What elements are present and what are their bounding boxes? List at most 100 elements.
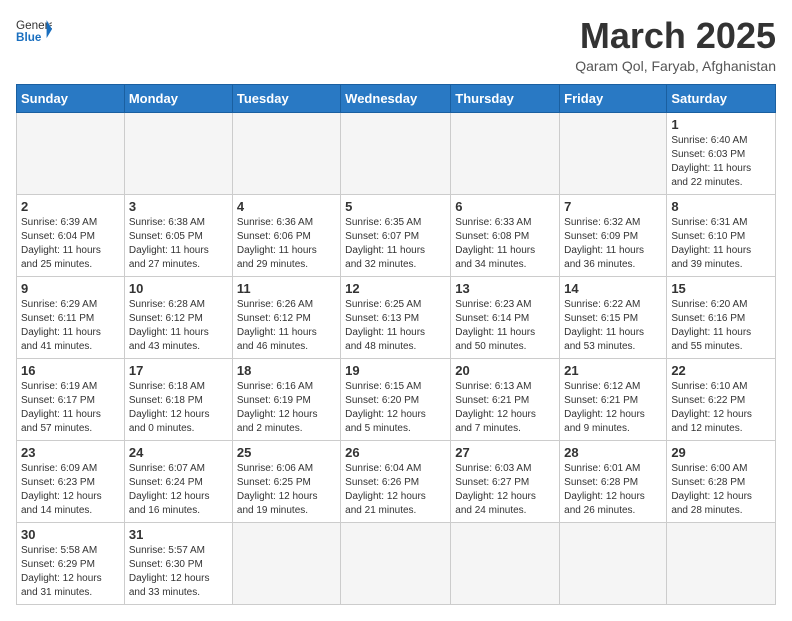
week-row-1: 1 Sunrise: 6:40 AM Sunset: 6:03 PM Daylig… bbox=[17, 112, 776, 194]
calendar-cell: 27 Sunrise: 6:03 AM Sunset: 6:27 PM Dayli… bbox=[451, 440, 560, 522]
day-info: Sunrise: 6:29 AM Sunset: 6:11 PM Dayligh… bbox=[21, 298, 120, 354]
day-info: Sunrise: 6:22 AM Sunset: 6:15 PM Dayligh… bbox=[564, 298, 662, 354]
day-info: Sunrise: 6:39 AM Sunset: 6:04 PM Dayligh… bbox=[21, 216, 120, 272]
svg-text:Blue: Blue bbox=[16, 31, 42, 44]
calendar-cell: 17Sunrise: 6:18 AM Sunset: 6:18 PM Dayli… bbox=[124, 358, 232, 440]
calendar-cell: 9 Sunrise: 6:29 AM Sunset: 6:11 PM Daylig… bbox=[17, 276, 125, 358]
calendar-cell: 18 Sunrise: 6:16 AM Sunset: 6:19 PM Dayli… bbox=[232, 358, 340, 440]
calendar-cell: 12 Sunrise: 6:25 AM Sunset: 6:13 PM Dayli… bbox=[341, 276, 451, 358]
day-info: Sunrise: 6:23 AM Sunset: 6:14 PM Dayligh… bbox=[455, 298, 555, 354]
day-number: 19 bbox=[345, 363, 446, 378]
day-number: 14 bbox=[564, 281, 662, 296]
day-number: 29 bbox=[671, 445, 771, 460]
calendar-cell: 13 Sunrise: 6:23 AM Sunset: 6:14 PM Dayli… bbox=[451, 276, 560, 358]
day-number: 27 bbox=[455, 445, 555, 460]
day-number: 26 bbox=[345, 445, 446, 460]
calendar-cell: 15 Sunrise: 6:20 AM Sunset: 6:16 PM Dayli… bbox=[667, 276, 776, 358]
calendar-cell: 21Sunrise: 6:12 AM Sunset: 6:21 PM Dayli… bbox=[560, 358, 667, 440]
day-info: Sunrise: 6:26 AM Sunset: 6:12 PM Dayligh… bbox=[237, 298, 336, 354]
calendar-cell bbox=[560, 112, 667, 194]
calendar-cell: 19Sunrise: 6:15 AM Sunset: 6:20 PM Dayli… bbox=[341, 358, 451, 440]
weekday-header-friday: Friday bbox=[560, 84, 667, 112]
day-number: 6 bbox=[455, 199, 555, 214]
day-number: 9 bbox=[21, 281, 120, 296]
day-info: Sunrise: 6:36 AM Sunset: 6:06 PM Dayligh… bbox=[237, 216, 336, 272]
calendar-cell: 28Sunrise: 6:01 AM Sunset: 6:28 PM Dayli… bbox=[560, 440, 667, 522]
page-header: General Blue March 2025 Qaram Qol, Farya… bbox=[16, 16, 776, 74]
day-number: 18 bbox=[237, 363, 336, 378]
day-info: Sunrise: 6:20 AM Sunset: 6:16 PM Dayligh… bbox=[671, 298, 771, 354]
calendar-cell bbox=[341, 522, 451, 604]
day-info: Sunrise: 6:10 AM Sunset: 6:22 PM Dayligh… bbox=[671, 380, 771, 436]
calendar-cell: 4Sunrise: 6:36 AM Sunset: 6:06 PM Daylig… bbox=[232, 194, 340, 276]
calendar-cell: 22Sunrise: 6:10 AM Sunset: 6:22 PM Dayli… bbox=[667, 358, 776, 440]
day-info: Sunrise: 5:58 AM Sunset: 6:29 PM Dayligh… bbox=[21, 544, 120, 600]
day-number: 31 bbox=[129, 527, 228, 542]
calendar-cell: 31 Sunrise: 5:57 AM Sunset: 6:30 PM Dayli… bbox=[124, 522, 232, 604]
day-info: Sunrise: 6:01 AM Sunset: 6:28 PM Dayligh… bbox=[564, 462, 662, 518]
calendar-table: SundayMondayTuesdayWednesdayThursdayFrid… bbox=[16, 84, 776, 605]
calendar-cell: 30 Sunrise: 5:58 AM Sunset: 6:29 PM Dayli… bbox=[17, 522, 125, 604]
day-number: 11 bbox=[237, 281, 336, 296]
title-block: March 2025 Qaram Qol, Faryab, Afghanista… bbox=[575, 16, 776, 74]
calendar-cell: 26 Sunrise: 6:04 AM Sunset: 6:26 PM Dayli… bbox=[341, 440, 451, 522]
day-info: Sunrise: 6:19 AM Sunset: 6:17 PM Dayligh… bbox=[21, 380, 120, 436]
calendar-cell bbox=[341, 112, 451, 194]
day-info: Sunrise: 6:06 AM Sunset: 6:25 PM Dayligh… bbox=[237, 462, 336, 518]
day-number: 7 bbox=[564, 199, 662, 214]
calendar-cell bbox=[232, 522, 340, 604]
day-number: 2 bbox=[21, 199, 120, 214]
day-info: Sunrise: 6:38 AM Sunset: 6:05 PM Dayligh… bbox=[129, 216, 228, 272]
logo: General Blue bbox=[16, 16, 52, 44]
week-row-4: 16Sunrise: 6:19 AM Sunset: 6:17 PM Dayli… bbox=[17, 358, 776, 440]
calendar-cell: 20 Sunrise: 6:13 AM Sunset: 6:21 PM Dayli… bbox=[451, 358, 560, 440]
calendar-cell bbox=[451, 112, 560, 194]
day-info: Sunrise: 6:09 AM Sunset: 6:23 PM Dayligh… bbox=[21, 462, 120, 518]
weekday-header-monday: Monday bbox=[124, 84, 232, 112]
weekday-header-tuesday: Tuesday bbox=[232, 84, 340, 112]
week-row-6: 30 Sunrise: 5:58 AM Sunset: 6:29 PM Dayli… bbox=[17, 522, 776, 604]
calendar-cell: 10 Sunrise: 6:28 AM Sunset: 6:12 PM Dayli… bbox=[124, 276, 232, 358]
day-number: 23 bbox=[21, 445, 120, 460]
day-info: Sunrise: 6:28 AM Sunset: 6:12 PM Dayligh… bbox=[129, 298, 228, 354]
day-number: 15 bbox=[671, 281, 771, 296]
day-info: Sunrise: 6:04 AM Sunset: 6:26 PM Dayligh… bbox=[345, 462, 446, 518]
day-number: 3 bbox=[129, 199, 228, 214]
day-info: Sunrise: 6:25 AM Sunset: 6:13 PM Dayligh… bbox=[345, 298, 446, 354]
calendar-cell: 25Sunrise: 6:06 AM Sunset: 6:25 PM Dayli… bbox=[232, 440, 340, 522]
day-info: Sunrise: 6:40 AM Sunset: 6:03 PM Dayligh… bbox=[671, 134, 771, 190]
calendar-cell bbox=[17, 112, 125, 194]
month-year-title: March 2025 bbox=[575, 16, 776, 56]
day-info: Sunrise: 6:13 AM Sunset: 6:21 PM Dayligh… bbox=[455, 380, 555, 436]
day-number: 30 bbox=[21, 527, 120, 542]
week-row-5: 23 Sunrise: 6:09 AM Sunset: 6:23 PM Dayli… bbox=[17, 440, 776, 522]
day-number: 13 bbox=[455, 281, 555, 296]
weekday-header-sunday: Sunday bbox=[17, 84, 125, 112]
calendar-cell: 2 Sunrise: 6:39 AM Sunset: 6:04 PM Daylig… bbox=[17, 194, 125, 276]
calendar-cell bbox=[560, 522, 667, 604]
day-info: Sunrise: 6:35 AM Sunset: 6:07 PM Dayligh… bbox=[345, 216, 446, 272]
calendar-cell: 24Sunrise: 6:07 AM Sunset: 6:24 PM Dayli… bbox=[124, 440, 232, 522]
day-number: 20 bbox=[455, 363, 555, 378]
weekday-header-thursday: Thursday bbox=[451, 84, 560, 112]
calendar-cell: 1 Sunrise: 6:40 AM Sunset: 6:03 PM Daylig… bbox=[667, 112, 776, 194]
calendar-cell: 5Sunrise: 6:35 AM Sunset: 6:07 PM Daylig… bbox=[341, 194, 451, 276]
day-info: Sunrise: 6:16 AM Sunset: 6:19 PM Dayligh… bbox=[237, 380, 336, 436]
day-info: Sunrise: 6:03 AM Sunset: 6:27 PM Dayligh… bbox=[455, 462, 555, 518]
calendar-cell: 14 Sunrise: 6:22 AM Sunset: 6:15 PM Dayli… bbox=[560, 276, 667, 358]
calendar-cell: 23 Sunrise: 6:09 AM Sunset: 6:23 PM Dayli… bbox=[17, 440, 125, 522]
day-info: Sunrise: 6:33 AM Sunset: 6:08 PM Dayligh… bbox=[455, 216, 555, 272]
day-info: Sunrise: 5:57 AM Sunset: 6:30 PM Dayligh… bbox=[129, 544, 228, 600]
logo-icon: General Blue bbox=[16, 16, 52, 44]
day-info: Sunrise: 6:31 AM Sunset: 6:10 PM Dayligh… bbox=[671, 216, 771, 272]
day-number: 12 bbox=[345, 281, 446, 296]
day-info: Sunrise: 6:07 AM Sunset: 6:24 PM Dayligh… bbox=[129, 462, 228, 518]
day-number: 10 bbox=[129, 281, 228, 296]
calendar-cell: 6 Sunrise: 6:33 AM Sunset: 6:08 PM Daylig… bbox=[451, 194, 560, 276]
day-info: Sunrise: 6:32 AM Sunset: 6:09 PM Dayligh… bbox=[564, 216, 662, 272]
calendar-cell bbox=[232, 112, 340, 194]
calendar-cell: 29 Sunrise: 6:00 AM Sunset: 6:28 PM Dayli… bbox=[667, 440, 776, 522]
day-info: Sunrise: 6:00 AM Sunset: 6:28 PM Dayligh… bbox=[671, 462, 771, 518]
day-number: 1 bbox=[671, 117, 771, 132]
day-number: 17 bbox=[129, 363, 228, 378]
